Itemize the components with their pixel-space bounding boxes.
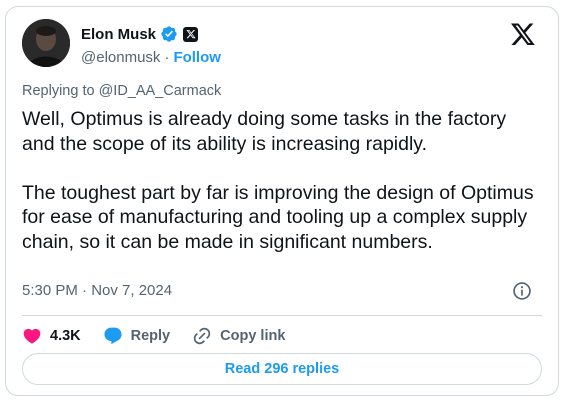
post-timestamp[interactable]: 5:30 PM · Nov 7, 2024 xyxy=(22,282,172,299)
replying-to-mention[interactable]: @ID_AA_Carmack xyxy=(99,83,222,99)
reply-bubble-icon xyxy=(104,327,122,345)
post-card: Elon Musk @elonmusk · Follow Replying to… xyxy=(5,6,559,396)
divider xyxy=(22,315,542,316)
author-handle[interactable]: @elonmusk xyxy=(81,49,160,66)
separator-dot: · xyxy=(164,48,170,66)
author-name[interactable]: Elon Musk xyxy=(81,26,156,43)
read-replies-button[interactable]: Read 296 replies xyxy=(22,353,542,385)
author-handle-row: @elonmusk · Follow xyxy=(81,47,221,67)
info-icon[interactable] xyxy=(512,281,532,301)
replying-to-line: Replying to @ID_AA_Carmack xyxy=(22,83,221,99)
copy-link-label: Copy link xyxy=(220,328,286,344)
action-bar: 4.3K Reply Copy link xyxy=(22,322,307,350)
heart-icon xyxy=(23,328,41,344)
x-affiliate-badge-icon[interactable] xyxy=(183,26,199,42)
verified-badge-icon[interactable] xyxy=(160,25,178,43)
like-count: 4.3K xyxy=(50,328,81,344)
link-icon xyxy=(193,327,211,345)
copy-link-button[interactable]: Copy link xyxy=(192,326,285,346)
replying-prefix: Replying to xyxy=(22,83,99,99)
follow-button[interactable]: Follow xyxy=(173,49,221,66)
x-logo-icon[interactable] xyxy=(510,21,536,47)
avatar[interactable] xyxy=(22,19,70,67)
reply-button[interactable]: Reply xyxy=(103,326,171,346)
like-button[interactable]: 4.3K xyxy=(22,326,81,346)
post-text: Well, Optimus is already doing some task… xyxy=(22,108,534,253)
reply-label: Reply xyxy=(130,328,171,344)
author-name-row: Elon Musk xyxy=(81,23,199,45)
